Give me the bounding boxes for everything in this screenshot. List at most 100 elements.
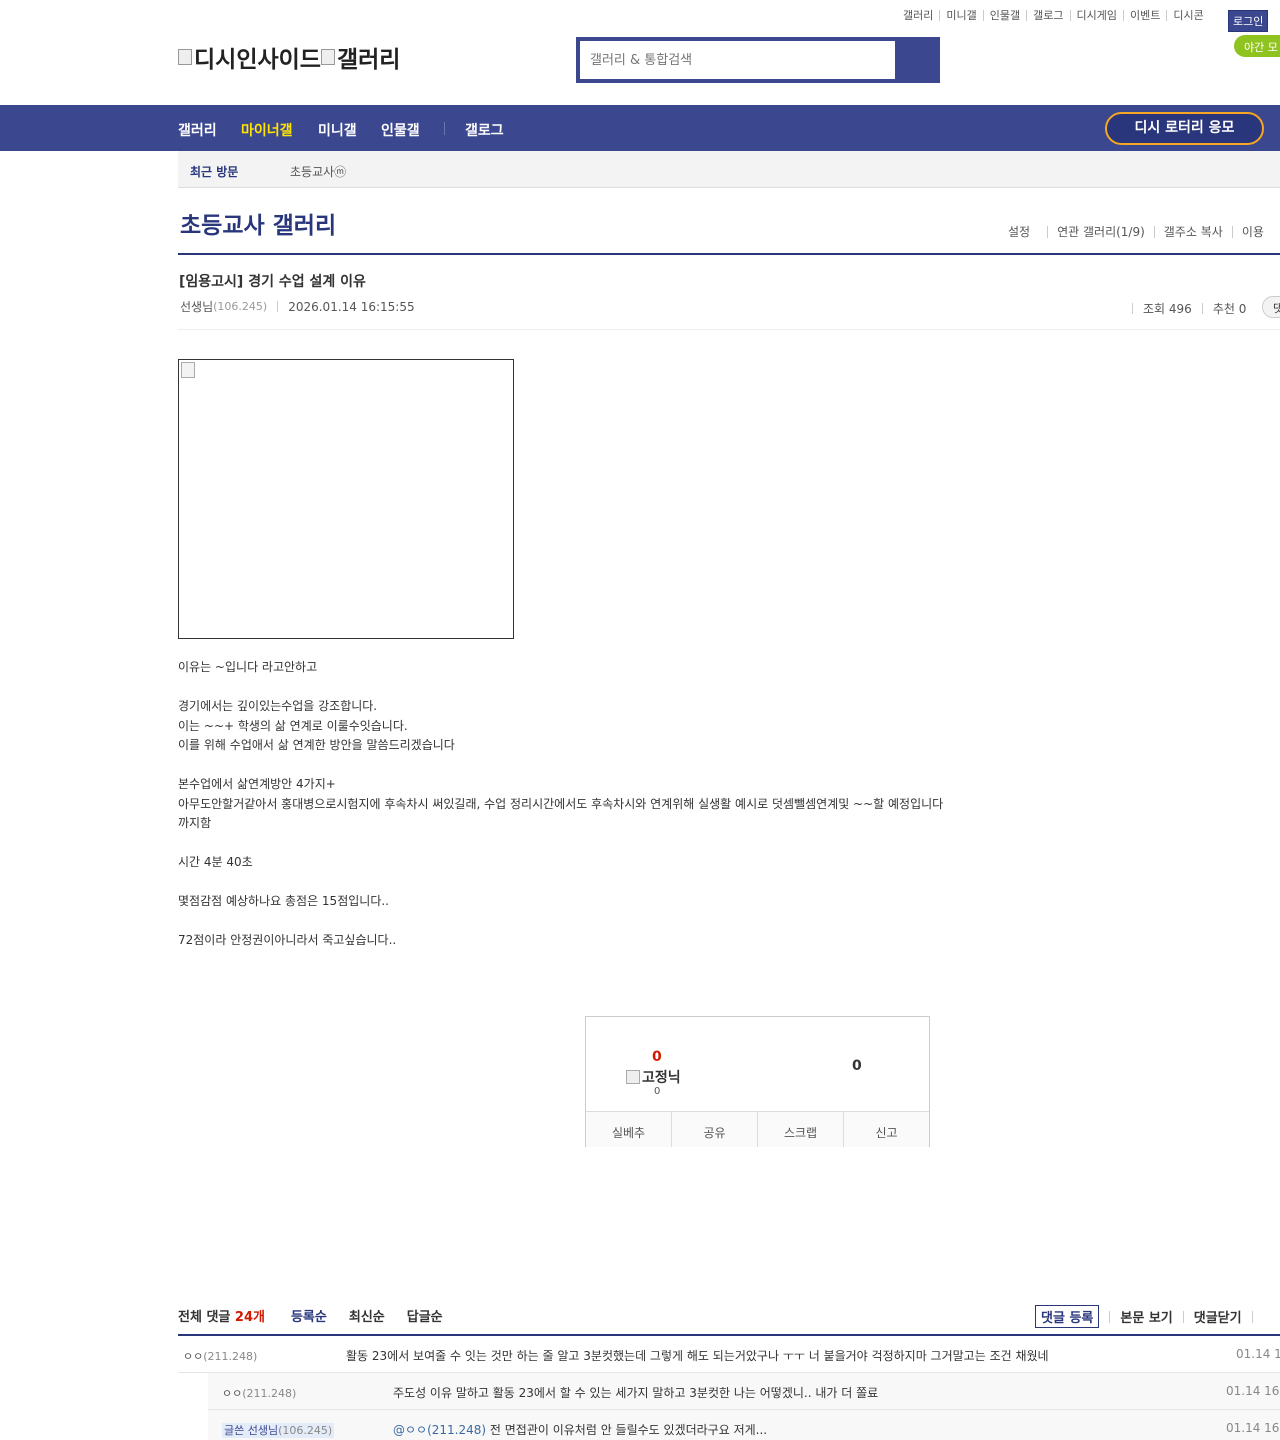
body-paragraph: 이유는 ~입니다 라고안하고 <box>178 660 318 674</box>
gallery-settings-link[interactable]: 설정 <box>1008 226 1047 238</box>
search-button[interactable] <box>896 37 940 83</box>
related-gallery-link[interactable]: 연관 갤러리(1/9) <box>1047 226 1154 238</box>
comment-mention[interactable]: @ㅇㅇ(211.248) <box>393 1423 486 1437</box>
recent-visit-bar: 최근 방문 초등교사ⓜ <box>178 151 1280 188</box>
logo-alt-text: 디시인사이드 <box>194 47 321 73</box>
post-image[interactable] <box>178 359 514 639</box>
comment-header: 전체 댓글 24개 등록순 최신순 답글순 <box>178 1306 443 1325</box>
comment-date: 01.14 16 <box>1236 1347 1280 1361</box>
meta-divider <box>277 301 279 312</box>
comment-date: 01.14 16:2 <box>1226 1384 1280 1398</box>
gallery-menu: 설정 연관 갤러리(1/9) 갤주소 복사 이용 <box>1008 226 1273 238</box>
broken-image-icon <box>626 1070 640 1084</box>
util-gallog-link[interactable]: 갤로그 <box>1026 10 1069 21</box>
global-nav: 갤러리 마이너갤 미니갤 인물갤 갤로그 디시 로터리 응모 <box>0 105 1280 151</box>
lottery-button[interactable]: 디시 로터리 응모 <box>1105 112 1264 145</box>
comment-nick[interactable]: ㅇㅇ(211.248) <box>183 1348 257 1364</box>
util-game-link[interactable]: 디시게임 <box>1069 10 1123 21</box>
comment-total-label: 전체 댓글 <box>178 1310 231 1325</box>
post-body: 이유는 ~입니다 라고안하고 경기에서는 깊이있는수업을 강조합니다. 이는 ~… <box>178 658 1078 951</box>
writer-badge: 글쓴 선생님(106.245) <box>222 1423 335 1438</box>
post-author-ip: (106.245) <box>213 300 268 313</box>
comment-jump-button[interactable]: 댓 <box>1262 296 1280 318</box>
tool-divider <box>1182 1310 1184 1323</box>
meta-divider <box>1132 303 1133 314</box>
comment-nick-ip: (106.245) <box>278 1424 333 1437</box>
broken-image-icon <box>181 362 195 378</box>
post-meta: 선생님 (106.245) 2026.01.14 16:15:55 <box>180 298 415 315</box>
view-body-button[interactable]: 본문 보기 <box>1120 1307 1172 1326</box>
nav-minor-gallery[interactable]: 마이너갤 <box>241 120 293 140</box>
comment-text: 주도성 이유 말하고 활동 23에서 할 수 있는 세가지 말하고 3분컷한 나… <box>393 1386 879 1400</box>
search-input[interactable] <box>580 41 895 79</box>
comment-nick[interactable]: 글쓴 선생님(106.245) <box>222 1422 335 1438</box>
title-divider <box>178 253 1280 255</box>
comment-nick-ip: (211.248) <box>203 1350 258 1363</box>
body-paragraph: 72점이라 안정권이아니라서 죽고싶습니다.. <box>178 933 397 947</box>
util-event-link[interactable]: 이벤트 <box>1122 10 1166 21</box>
nav-divider <box>444 122 445 135</box>
copy-address-link[interactable]: 갤주소 복사 <box>1153 226 1232 238</box>
fixed-nick-count: 0 <box>654 1086 661 1097</box>
nav-gallery[interactable]: 갤러리 <box>178 120 217 140</box>
comment-text: 활동 23에서 보여줄 수 잇는 것만 하는 줄 알고 3분컷했는데 그렇게 해… <box>346 1349 1049 1363</box>
sort-registered-button[interactable]: 등록순 <box>291 1306 327 1325</box>
comment-text: @ㅇㅇ(211.248) 전 면접관이 이유처럼 안 들릴수도 있겠더라구요 저… <box>393 1421 767 1438</box>
logo-alt-gallery: 갤러리 <box>336 47 401 73</box>
comment-nick[interactable]: ㅇㅇ(211.248) <box>222 1385 296 1401</box>
nav-mini-gallery[interactable]: 미니갤 <box>318 120 357 140</box>
sort-latest-button[interactable]: 최신순 <box>349 1306 385 1325</box>
share-button[interactable]: 공유 <box>671 1112 757 1147</box>
broken-image-icon <box>320 49 335 65</box>
post-title: [임용고시] 경기 수업 설계 이유 <box>179 274 366 290</box>
reply-row: 글쓴 선생님(106.245) @ㅇㅇ(211.248) 전 면접관이 이유처럼… <box>208 1410 1280 1440</box>
post-author[interactable]: 선생님 <box>180 298 213 315</box>
util-gallery-link[interactable]: 갤러리 <box>903 10 939 21</box>
top-util-menu: 갤러리 미니갤 인물갤 갤로그 디시게임 이벤트 디시콘 <box>903 10 1210 21</box>
recent-visit-gallery[interactable]: 초등교사ⓜ <box>290 163 346 180</box>
fixed-nick-upvote-button[interactable]: 고정닉 <box>626 1067 681 1087</box>
post-date: 2026.01.14 16:15:55 <box>288 299 415 314</box>
gallery-title[interactable]: 초등교사 갤러리 <box>180 206 336 240</box>
nav-gallog[interactable]: 갤로그 <box>465 120 504 140</box>
comment-row: ㅇㅇ(211.248) 활동 23에서 보여줄 수 잇는 것만 하는 줄 알고 … <box>178 1336 1280 1373</box>
comment-tools: 댓글 등록 본문 보기 댓글닫기 <box>1035 1305 1263 1328</box>
night-mode-button[interactable]: 야간 모 <box>1234 35 1280 57</box>
upvote-count: 0 <box>652 1049 662 1065</box>
site-logo[interactable]: 디시인사이드 갤러리 <box>178 40 400 74</box>
util-dccon-link[interactable]: 디시콘 <box>1166 10 1209 21</box>
comment-nick-ip: (211.248) <box>242 1387 297 1400</box>
report-button[interactable]: 신고 <box>843 1112 929 1147</box>
search-box <box>576 37 940 83</box>
login-button[interactable]: 로그인 <box>1228 10 1269 32</box>
broken-image-icon <box>178 49 192 65</box>
sort-replies-button[interactable]: 답글순 <box>407 1306 443 1325</box>
meta-divider-line <box>178 329 1280 330</box>
recommend-box: 0 고정닉 0 0 실베추 공유 스크랩 신고 <box>585 1016 930 1147</box>
comment-nick-name: 글쓴 선생님 <box>224 1424 279 1437</box>
tool-divider <box>1109 1310 1111 1323</box>
util-minigal-link[interactable]: 미니갤 <box>939 10 982 21</box>
nav-person-gallery[interactable]: 인물갤 <box>381 120 420 140</box>
write-comment-button[interactable]: 댓글 등록 <box>1035 1305 1100 1328</box>
scrap-button[interactable]: 스크랩 <box>757 1112 843 1147</box>
meta-divider <box>1201 303 1203 314</box>
post-recommend: 추천 0 <box>1212 302 1247 316</box>
comment-date: 01.14 16:2 <box>1226 1421 1280 1435</box>
best-recommend-button[interactable]: 실베추 <box>586 1112 671 1147</box>
downvote-count[interactable]: 0 <box>852 1058 862 1074</box>
fixed-nick-label: 고정닉 <box>642 1070 681 1086</box>
body-paragraph: 몇점감점 예상하나요 총점은 15점입니다.. <box>178 894 389 908</box>
close-comments-button[interactable]: 댓글닫기 <box>1194 1307 1242 1326</box>
recent-visit-title: 최근 방문 <box>190 165 239 179</box>
body-paragraph: 시간 4분 40초 <box>178 855 253 869</box>
comment-text-content: 전 면접관이 이유처럼 안 들릴수도 있겠더라구요 저게... <box>486 1423 768 1437</box>
usage-link[interactable]: 이용 <box>1231 226 1273 238</box>
comment-nick-name: ㅇㅇ <box>183 1350 204 1363</box>
tool-divider <box>1251 1310 1253 1323</box>
body-paragraph: 경기에서는 깊이있는수업을 강조합니다. 이는 ~~+ 학생의 삶 연계로 이룰… <box>178 699 455 752</box>
reply-row: ㅇㅇ(211.248) 주도성 이유 말하고 활동 23에서 할 수 있는 세가… <box>208 1373 1280 1410</box>
post-stats: 조회 496 추천 0 <box>1122 300 1246 317</box>
recommend-actions: 실베추 공유 스크랩 신고 <box>586 1111 929 1147</box>
util-person-link[interactable]: 인물갤 <box>982 10 1026 21</box>
